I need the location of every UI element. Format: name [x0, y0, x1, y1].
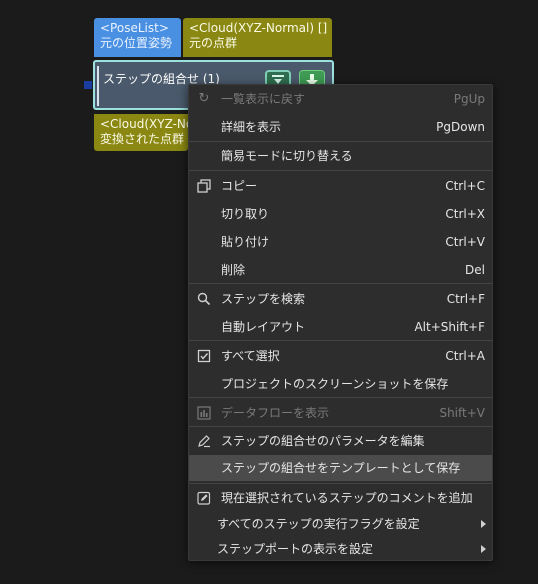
context-menu: ↻ 一覧表示に戻す PgUp 詳細を表示 PgDown 簡易モードに切り替える …	[188, 84, 493, 561]
submenu-arrow-icon	[481, 545, 486, 553]
node-accent-bar	[97, 66, 99, 106]
search-icon	[197, 292, 211, 306]
menu-item-paste[interactable]: 貼り付け Ctrl+V	[189, 230, 492, 254]
menu-item-add-comment[interactable]: 現在選択されているステップのコメントを追加	[189, 486, 492, 510]
menu-separator	[189, 483, 492, 484]
port-label: 変換された点群	[100, 132, 185, 146]
menu-item-simple-mode[interactable]: 簡易モードに切り替える	[189, 144, 492, 168]
menu-item-auto-layout[interactable]: 自動レイアウト Alt+Shift+F	[189, 315, 492, 339]
menu-item-search-step[interactable]: ステップを検索 Ctrl+F	[189, 287, 492, 311]
input-port-poselist[interactable]: <PoseList> 元の位置姿勢	[94, 18, 181, 57]
menu-item-delete[interactable]: 削除 Del	[189, 258, 492, 282]
menu-item-select-all[interactable]: すべて選択 Ctrl+A	[189, 344, 492, 368]
port-label: 元の位置姿勢	[100, 36, 173, 50]
menu-separator	[189, 426, 492, 427]
select-all-icon	[197, 349, 211, 363]
output-port-cloud[interactable]: <Cloud(XYZ-Normal) 変換された点群	[94, 114, 188, 151]
port-label: 元の点群	[189, 36, 238, 50]
menu-item-back-to-list[interactable]: ↻ 一覧表示に戻す PgUp	[189, 87, 492, 111]
menu-item-show-dataflow[interactable]: データフローを表示 Shift+V	[189, 401, 492, 425]
menu-separator	[189, 397, 492, 398]
input-port-cloud[interactable]: <Cloud(XYZ-Normal) [] > 元の点群	[183, 18, 332, 57]
menu-separator	[189, 340, 492, 341]
menu-item-port-display[interactable]: ステップポートの表示を設定	[189, 537, 492, 561]
menu-separator	[189, 283, 492, 284]
undo-icon: ↻	[198, 91, 210, 106]
menu-separator	[189, 141, 492, 142]
menu-item-save-as-template[interactable]: ステップの組合せをテンプレートとして保存	[189, 455, 492, 481]
copy-icon	[197, 179, 211, 193]
edit-icon	[197, 434, 211, 448]
port-type: <PoseList>	[100, 21, 169, 35]
menu-item-save-screenshot[interactable]: プロジェクトのスクリーンショットを保存	[189, 372, 492, 396]
menu-item-set-exec-flags[interactable]: すべてのステップの実行フラグを設定	[189, 512, 492, 536]
comment-icon	[197, 491, 211, 505]
menu-item-cut[interactable]: 切り取り Ctrl+X	[189, 202, 492, 226]
resize-handle-left[interactable]	[84, 81, 92, 89]
menu-item-copy[interactable]: コピー Ctrl+C	[189, 174, 492, 198]
menu-item-show-details[interactable]: 詳細を表示 PgDown	[189, 115, 492, 139]
port-type: <Cloud(XYZ-Normal)	[100, 117, 188, 131]
submenu-arrow-icon	[481, 520, 486, 528]
menu-separator	[189, 170, 492, 171]
menu-item-edit-parameters[interactable]: ステップの組合せのパラメータを編集	[189, 429, 492, 453]
dataflow-icon	[197, 406, 211, 420]
port-type: <Cloud(XYZ-Normal) [] >	[189, 21, 332, 35]
